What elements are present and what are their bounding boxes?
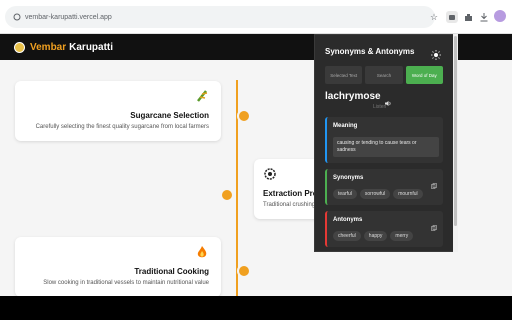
brand-logo-icon[interactable] bbox=[14, 41, 25, 53]
speaker-icon[interactable] bbox=[385, 94, 392, 106]
process-card: Sugarcane Selection Carefully selecting … bbox=[15, 81, 221, 141]
extension-popup: Synonyms & Antonyms Selected Text Search… bbox=[314, 34, 454, 252]
brand-name-first[interactable]: Vembar bbox=[30, 42, 66, 53]
card-description: Traditional crushing bbox=[263, 202, 316, 208]
meaning-title: Meaning bbox=[333, 123, 358, 129]
tab-search[interactable]: Search bbox=[365, 66, 403, 84]
site-info-icon[interactable] bbox=[13, 13, 21, 21]
antonyms-title: Antonyms bbox=[333, 217, 363, 223]
browser-toolbar: vembar-karupatti.vercel.app ☆ bbox=[0, 0, 512, 34]
timeline-dot bbox=[220, 188, 234, 202]
url-text[interactable]: vembar-karupatti.vercel.app bbox=[25, 14, 112, 21]
pronunciation-label[interactable]: Listen bbox=[373, 104, 386, 110]
card-description: Slow cooking in traditional vessels to m… bbox=[43, 280, 209, 286]
timeline-dot bbox=[237, 109, 251, 123]
profile-avatar[interactable] bbox=[494, 10, 506, 22]
copy-icon[interactable] bbox=[431, 176, 437, 189]
synonyms-title: Synonyms bbox=[333, 175, 364, 181]
sugarcane-icon bbox=[195, 89, 209, 103]
extension-icon[interactable] bbox=[446, 11, 458, 23]
tab-word-of-day[interactable]: Word of Day bbox=[405, 66, 443, 84]
antonym-chips: cheerful happy merry bbox=[333, 231, 414, 241]
tab-selected-text[interactable]: Selected Text bbox=[325, 66, 363, 84]
copy-icon[interactable] bbox=[431, 218, 437, 231]
popup-title: Synonyms & Antonyms bbox=[325, 47, 415, 56]
card-title: Extraction Pro bbox=[263, 189, 318, 198]
card-description: Carefully selecting the finest quality s… bbox=[35, 124, 209, 130]
gear-icon bbox=[263, 167, 277, 181]
brand-name-second[interactable]: Karupatti bbox=[69, 42, 113, 53]
word-heading: lachrymose bbox=[325, 91, 381, 102]
synonym-chip[interactable]: sorrowful bbox=[359, 189, 391, 199]
synonyms-section: Synonyms tearful sorrowful mournful bbox=[325, 169, 443, 205]
synonym-chips: tearful sorrowful mournful bbox=[333, 189, 423, 199]
synonym-chip[interactable]: tearful bbox=[333, 189, 357, 199]
antonyms-section: Antonyms cheerful happy merry bbox=[325, 211, 443, 247]
synonym-chip[interactable]: mournful bbox=[393, 189, 423, 199]
antonym-chip[interactable]: happy bbox=[363, 231, 388, 241]
tab-bar: Selected Text Search Word of Day bbox=[325, 66, 443, 84]
download-icon[interactable] bbox=[478, 11, 490, 23]
meaning-text: causing or tending to cause tears or sad… bbox=[333, 137, 439, 157]
card-title: Sugarcane Selection bbox=[130, 111, 209, 120]
bottom-bar bbox=[0, 296, 512, 320]
fire-icon bbox=[195, 245, 209, 259]
timeline-dot bbox=[237, 264, 251, 278]
address-bar[interactable]: vembar-karupatti.vercel.app bbox=[5, 6, 435, 28]
antonym-chip[interactable]: merry bbox=[390, 231, 414, 241]
popup-scrollbar-thumb[interactable] bbox=[454, 36, 457, 226]
process-card: Traditional Cooking Slow cooking in trad… bbox=[15, 237, 221, 296]
antonym-chip[interactable]: cheerful bbox=[333, 231, 361, 241]
puzzle-icon[interactable] bbox=[462, 11, 474, 23]
star-icon[interactable]: ☆ bbox=[428, 11, 440, 23]
meaning-section: Meaning causing or tending to cause tear… bbox=[325, 117, 443, 163]
sun-icon[interactable] bbox=[431, 47, 441, 60]
card-title: Traditional Cooking bbox=[134, 267, 209, 276]
